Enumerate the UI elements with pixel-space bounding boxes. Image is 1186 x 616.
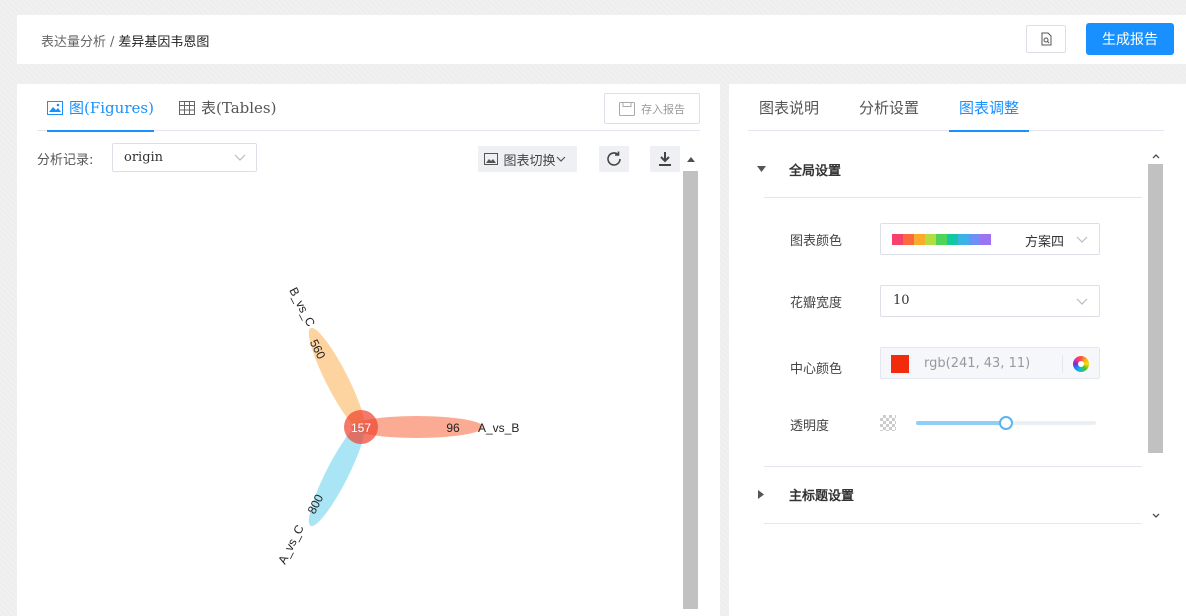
petal-width-value: 10 <box>893 293 910 308</box>
opacity-slider-fill <box>916 421 1006 425</box>
transparency-icon <box>880 415 896 431</box>
save-icon <box>619 101 635 116</box>
settings-tabs: 图表说明 分析设置 图表调整 <box>748 84 1164 132</box>
caret-down-icon <box>751 159 771 179</box>
scroll-thumb[interactable] <box>683 171 698 609</box>
settings-panel: 图表说明 分析设置 图表调整 全局设置 图表颜色 方案四 花瓣宽度 10 中心颜… <box>729 84 1186 616</box>
venn-petal-label: B_vs_C <box>286 285 318 329</box>
color-swatch <box>936 234 947 245</box>
figure-tabs: 图(Figures) 表(Tables) <box>37 84 700 132</box>
scroll-up-arrow[interactable] <box>683 147 698 171</box>
divider <box>764 523 1142 524</box>
color-swatch <box>947 234 958 245</box>
save-to-report-button[interactable]: 存入报告 <box>604 93 700 124</box>
scroll-down-arrow[interactable] <box>1148 507 1163 524</box>
chart-color-select[interactable]: 方案四 <box>880 223 1100 255</box>
petal-width-label: 花瓣宽度 <box>790 296 843 311</box>
download-button[interactable] <box>650 146 680 172</box>
analysis-record-label: 分析记录: <box>37 153 94 168</box>
chevron-down-icon <box>234 154 246 161</box>
preview-report-button[interactable] <box>1026 25 1066 53</box>
center-color-label: 中心颜色 <box>790 362 843 377</box>
image-icon <box>47 100 63 115</box>
petal-width-select[interactable]: 10 <box>880 285 1100 317</box>
main-title-settings-title: 主标题设置 <box>789 488 855 504</box>
center-color-swatch <box>891 355 909 373</box>
tab-chart-description[interactable]: 图表说明 <box>759 84 819 131</box>
venn-center-value: 157 <box>351 421 371 435</box>
color-swatch <box>914 234 925 245</box>
breadcrumb-current: 差异基因韦恩图 <box>118 35 210 50</box>
tab-figures[interactable]: 图(Figures) <box>47 84 154 132</box>
color-wheel-icon[interactable] <box>1073 356 1089 372</box>
color-swatch <box>925 234 936 245</box>
divider <box>764 466 1142 467</box>
color-swatch <box>892 234 903 245</box>
analysis-record-select[interactable]: origin <box>112 143 257 172</box>
venn-petal-label: A_vs_B <box>478 421 519 435</box>
settings-scrollbar[interactable] <box>1148 147 1163 524</box>
figure-panel: 图(Figures) 表(Tables) 存入报告 分析记录: origin 图… <box>17 84 720 616</box>
save-to-report-label: 存入报告 <box>641 102 685 116</box>
image-icon <box>484 153 499 165</box>
chart-switch-button[interactable]: 图表切换 <box>478 146 577 172</box>
breadcrumb: 表达量分析 / 差异基因韦恩图 <box>41 31 209 50</box>
breadcrumb-separator: / <box>110 35 115 50</box>
tab-tables-label: 表(Tables) <box>201 99 277 117</box>
download-icon <box>659 152 671 166</box>
tab-analysis-settings[interactable]: 分析设置 <box>859 84 919 131</box>
table-icon <box>179 100 195 115</box>
chevron-down-icon <box>556 156 565 162</box>
venn-diagram: 157 96 A_vs_B 560 B_vs_C 800 A_vs_C <box>275 285 519 566</box>
chart-color-label: 图表颜色 <box>790 234 843 249</box>
refresh-button[interactable] <box>599 146 629 172</box>
global-settings-header[interactable]: 全局设置 <box>756 159 842 179</box>
analysis-record-value: origin <box>124 150 164 165</box>
divider <box>1062 355 1063 373</box>
divider <box>764 197 1142 198</box>
color-swatch <box>969 234 980 245</box>
scroll-thumb[interactable] <box>1148 164 1163 453</box>
center-color-input[interactable]: rgb(241, 43, 11) <box>880 347 1100 379</box>
color-scheme-swatches <box>892 234 991 245</box>
tab-figures-label: 图(Figures) <box>69 99 154 117</box>
scroll-up-arrow[interactable] <box>1148 147 1163 164</box>
chevron-down-icon <box>1076 298 1088 305</box>
caret-right-icon <box>751 484 771 504</box>
tab-chart-adjust[interactable]: 图表调整 <box>948 84 1030 132</box>
figure-scrollbar[interactable] <box>683 147 698 616</box>
venn-petal-value: 96 <box>446 421 460 435</box>
opacity-label: 透明度 <box>790 419 830 434</box>
refresh-icon <box>607 151 621 166</box>
venn-petal-label: A_vs_C <box>275 522 307 566</box>
breadcrumb-parent[interactable]: 表达量分析 <box>41 35 106 50</box>
color-swatch <box>958 234 969 245</box>
color-scheme-name: 方案四 <box>1024 235 1064 250</box>
main-title-settings-header[interactable]: 主标题设置 <box>758 484 855 504</box>
color-swatch <box>980 234 991 245</box>
center-color-value: rgb(241, 43, 11) <box>924 356 1031 371</box>
generate-report-button[interactable]: 生成报告 <box>1086 23 1174 55</box>
color-swatch <box>903 234 914 245</box>
chevron-down-icon <box>1076 236 1088 243</box>
tab-tables[interactable]: 表(Tables) <box>179 84 276 131</box>
opacity-slider-handle[interactable] <box>999 416 1013 430</box>
chart-switch-label: 图表切换 <box>503 153 556 169</box>
global-settings-title: 全局设置 <box>789 163 842 179</box>
document-search-icon <box>1041 32 1052 46</box>
opacity-slider[interactable] <box>916 416 1096 430</box>
top-header: 表达量分析 / 差异基因韦恩图 生成报告 <box>17 15 1186 64</box>
